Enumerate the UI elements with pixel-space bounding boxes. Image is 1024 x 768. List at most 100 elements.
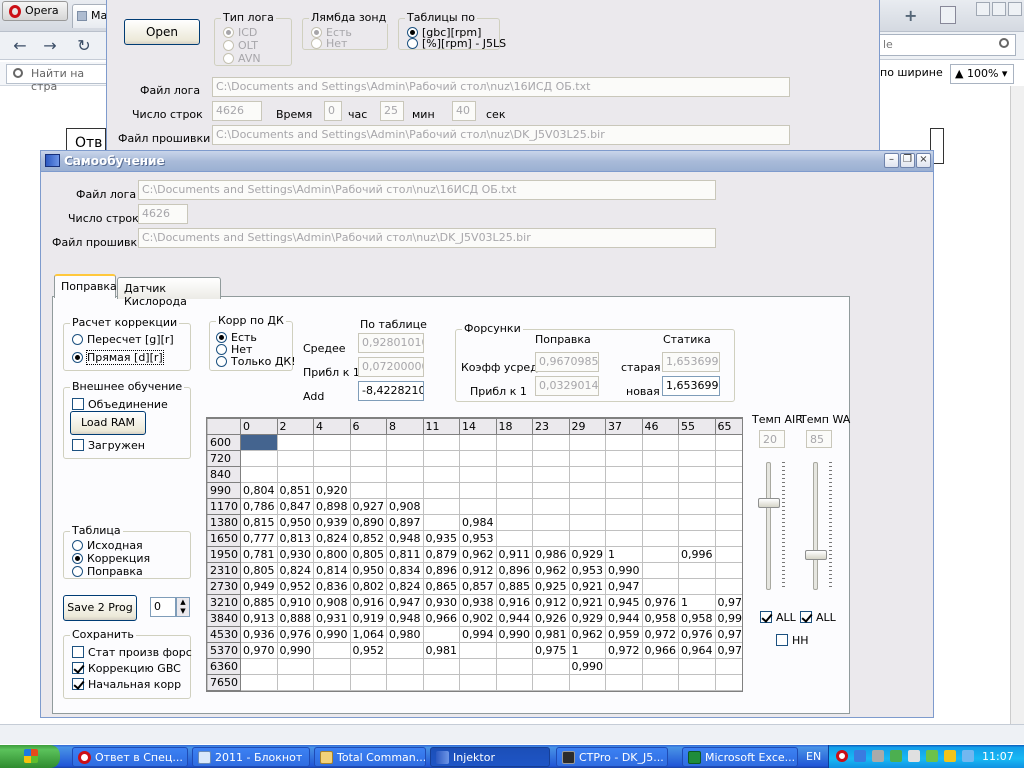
approx-field[interactable]: 0,07200000 [358, 357, 424, 377]
table-cell[interactable]: 0,986 [532, 546, 570, 563]
table-cell[interactable] [532, 482, 570, 499]
table-cell[interactable] [349, 434, 387, 451]
table-cell[interactable] [313, 658, 351, 675]
back-arrow-icon[interactable]: ← [10, 36, 30, 56]
spin-value-field[interactable]: 0 [150, 597, 176, 617]
table-cell[interactable]: 0,834 [386, 562, 424, 579]
table-cell[interactable]: 0,912 [532, 594, 570, 611]
agent-tray-icon[interactable] [926, 750, 938, 762]
table-cell[interactable] [495, 642, 533, 659]
old-static-field[interactable]: 1,6536999 [662, 352, 720, 372]
table-cell[interactable] [532, 434, 570, 451]
table-cell[interactable] [678, 450, 716, 467]
table-cell[interactable] [240, 466, 278, 483]
table-cell[interactable] [714, 562, 742, 579]
language-indicator[interactable]: EN [806, 750, 821, 763]
spin-up-icon[interactable]: ▲ [177, 598, 189, 607]
table-cell[interactable]: 0,975 [532, 642, 570, 659]
back-seconds-field[interactable]: 40 [452, 101, 476, 121]
table-cell[interactable] [641, 498, 679, 515]
minimize-icon[interactable]: – [884, 153, 899, 168]
table-cell[interactable]: 0,981 [422, 642, 460, 659]
back-firmware-field[interactable]: C:\Documents and Settings\Admin\Рабочий … [212, 125, 790, 145]
table-cell[interactable]: 0,852 [349, 530, 387, 547]
table-cell[interactable] [568, 530, 606, 547]
hh-checkbox[interactable]: HH [776, 634, 809, 647]
table-cell[interactable]: 0,947 [386, 594, 424, 611]
window-title-bar[interactable] [40, 150, 934, 172]
table-cell[interactable] [641, 658, 679, 675]
taskbar-item-injektor[interactable]: Injektor [430, 747, 550, 767]
table-cell[interactable]: 0,896 [422, 562, 460, 579]
back-hours-field[interactable]: 0 [324, 101, 342, 121]
table-cell[interactable] [459, 674, 497, 691]
table-cell[interactable]: 0,927 [349, 498, 387, 515]
table-cell[interactable]: 0,977 [714, 626, 742, 643]
table-cell[interactable] [641, 450, 679, 467]
table-cell[interactable] [349, 674, 387, 691]
calc-recalc-option[interactable]: Пересчет [g][r] [72, 334, 174, 346]
table-cell[interactable]: 0,802 [349, 578, 387, 595]
table-cell[interactable] [678, 466, 716, 483]
table-cell[interactable]: 0,990 [714, 610, 742, 627]
table-cell[interactable] [714, 674, 742, 691]
table-cell[interactable]: 0,931 [313, 610, 351, 627]
table-cell[interactable]: 0,847 [276, 498, 314, 515]
table-cell[interactable]: 0,805 [240, 562, 278, 579]
table-cell[interactable] [568, 674, 606, 691]
temp-air-slider-track[interactable] [766, 462, 771, 590]
spin-buttons[interactable]: ▲ ▼ [176, 597, 190, 617]
table-cell[interactable] [568, 450, 606, 467]
network-tray-icon[interactable] [872, 750, 884, 762]
table-cell[interactable]: 0,824 [313, 530, 351, 547]
table-cell[interactable]: 0,815 [240, 514, 278, 531]
log-type-olt[interactable]: OLT [223, 40, 258, 52]
table-cell[interactable]: 0,930 [422, 594, 460, 611]
correction-table[interactable]: 0246811141823293746556580100 60072084099… [206, 417, 743, 692]
firmware-field[interactable]: C:\Documents and Settings\Admin\Рабочий … [138, 228, 716, 248]
fit-width-button[interactable]: по ширине [880, 66, 943, 79]
table-cell[interactable] [313, 450, 351, 467]
table-cell[interactable]: 0,911 [495, 546, 533, 563]
table-cell[interactable] [605, 514, 643, 531]
table-cell[interactable]: 0,990 [276, 642, 314, 659]
avg-field[interactable]: 0,92801010 [358, 333, 424, 353]
log-type-avn[interactable]: AVN [223, 53, 261, 65]
loaded-checkbox[interactable]: Загружен [72, 439, 145, 452]
table-cell[interactable]: 1 [678, 594, 716, 611]
browser-scrollbar[interactable] [1010, 86, 1024, 726]
table-cell[interactable] [678, 498, 716, 515]
opera-menu-button[interactable]: Opera [2, 1, 68, 21]
table-cell[interactable]: 0,990 [605, 562, 643, 579]
table-cell[interactable]: 0,888 [276, 610, 314, 627]
table-cell[interactable]: 0,948 [386, 610, 424, 627]
table-cell[interactable] [532, 498, 570, 515]
browser-search-input[interactable]: le [878, 34, 1016, 56]
table-cell[interactable]: 0,936 [240, 626, 278, 643]
table-cell[interactable]: 0,990 [495, 626, 533, 643]
table-cell[interactable]: 0,964 [678, 642, 716, 659]
forward-arrow-icon[interactable]: → [40, 36, 60, 56]
table-cell[interactable] [678, 514, 716, 531]
table-cell[interactable] [641, 674, 679, 691]
table-cell[interactable] [714, 546, 742, 563]
table-cell[interactable]: 0,966 [641, 642, 679, 659]
table-cell[interactable]: 0,879 [422, 546, 460, 563]
back-rows-field[interactable]: 4626 [212, 101, 262, 121]
back-minutes-field[interactable]: 25 [380, 101, 404, 121]
table-cell[interactable] [276, 450, 314, 467]
table-cell[interactable] [495, 466, 533, 483]
start-button[interactable] [0, 745, 60, 768]
table-cell[interactable] [422, 482, 460, 499]
table-cell[interactable] [678, 530, 716, 547]
table-cell[interactable] [495, 434, 533, 451]
maximize-icon[interactable] [992, 2, 1006, 16]
table-cell[interactable]: 0,910 [276, 594, 314, 611]
table-cell[interactable]: 0,805 [349, 546, 387, 563]
table-cell[interactable]: 0,921 [568, 594, 606, 611]
table-cell[interactable]: 0,920 [313, 482, 351, 499]
table-cell[interactable]: 0,948 [386, 530, 424, 547]
find-input[interactable]: Найти на стра [6, 64, 110, 93]
table-cell[interactable]: 0,921 [568, 578, 606, 595]
table-cell[interactable] [678, 482, 716, 499]
